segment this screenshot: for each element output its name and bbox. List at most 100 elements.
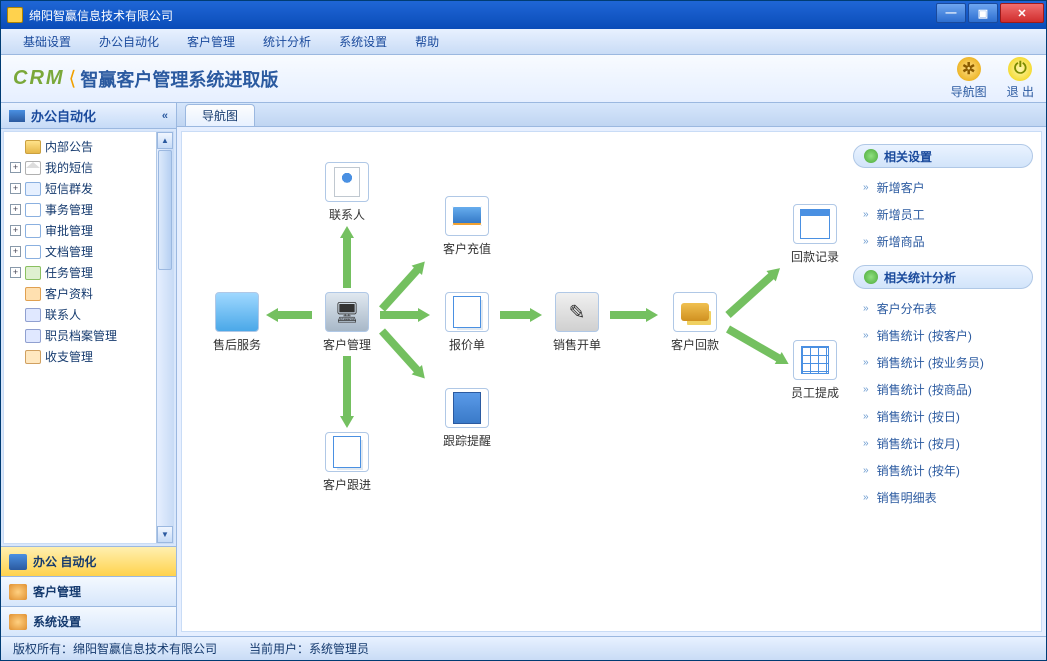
stat-link[interactable]: »销售统计 (按客户): [853, 322, 1033, 349]
stat-link[interactable]: » 销售统计 (按月): [853, 430, 1033, 457]
expander-icon[interactable]: +: [10, 246, 21, 257]
cust-icon: [9, 584, 27, 600]
tree-node[interactable]: 客户资料: [4, 283, 156, 304]
menu-system[interactable]: 系统设置: [325, 29, 401, 54]
nav-section-cust[interactable]: 客户管理: [1, 576, 176, 606]
chevron-icon: »: [863, 438, 869, 449]
tree-node[interactable]: + 短信群发: [4, 178, 156, 199]
stat-link[interactable]: »销售统计 (按日): [853, 403, 1033, 430]
maximize-button[interactable]: ▣: [968, 3, 998, 23]
minimize-button[interactable]: —: [936, 3, 966, 23]
right-panel: 相关设置 »新增客户»新增员工»新增商品 相关统计分析 »客户分布表»销售统计 …: [853, 144, 1033, 511]
close-button[interactable]: ✕: [1000, 3, 1044, 23]
menubar: 基础设置 办公自动化 客户管理 统计分析 系统设置 帮助: [1, 29, 1046, 55]
node-pay-record[interactable]: 回款记录: [780, 204, 850, 265]
tab-nav-map[interactable]: 导航图: [185, 104, 255, 126]
node-payment[interactable]: 客户回款: [660, 292, 730, 353]
tree-node-label: 我的短信: [45, 159, 93, 176]
stat-link[interactable]: » 销售统计 (按年): [853, 457, 1033, 484]
node-after-sale[interactable]: 售后服务: [202, 292, 272, 353]
menu-statistics[interactable]: 统计分析: [249, 29, 325, 54]
tree-node[interactable]: +文档管理: [4, 241, 156, 262]
stat-link-label: 销售统计 (按年): [877, 462, 960, 479]
expander-icon: [10, 288, 21, 299]
node-quote[interactable]: 报价单: [432, 292, 502, 353]
stat-link[interactable]: »销售统计 (按业务员): [853, 349, 1033, 376]
node-sales[interactable]: ✎ 销售开单: [542, 292, 612, 353]
sidebar-header-label: 办公自动化: [31, 106, 96, 125]
card-icon: [25, 329, 41, 343]
stat-link-label: 客户分布表: [877, 300, 937, 317]
scroll-down-button[interactable]: ▼: [157, 526, 173, 543]
tree-node[interactable]: + 事务管理: [4, 199, 156, 220]
node-emp-commission[interactable]: 员工提成: [780, 340, 850, 401]
node-recharge[interactable]: 客户充值: [432, 196, 502, 257]
logo-bar: CRM ⟨ 智赢客户管理系统进取版 ✲ 导航图 ⏻ 退 出: [1, 55, 1046, 103]
scroll-thumb[interactable]: [158, 150, 172, 270]
setting-link[interactable]: »新增员工: [853, 201, 1033, 228]
tree-node[interactable]: 联系人: [4, 304, 156, 325]
expander-icon[interactable]: +: [10, 225, 21, 236]
chevron-icon: »: [863, 182, 869, 193]
nav-section-label: 系统设置: [33, 613, 81, 630]
setting-link[interactable]: » 新增客户: [853, 174, 1033, 201]
tree-node[interactable]: + 我的短信: [4, 157, 156, 178]
doc-icon: [25, 203, 41, 217]
node-reminder[interactable]: 跟踪提醒: [432, 388, 502, 449]
tab-strip: 导航图: [177, 103, 1046, 127]
menu-customer[interactable]: 客户管理: [173, 29, 249, 54]
menu-office-automation[interactable]: 办公自动化: [85, 29, 173, 54]
related-settings-header: 相关设置: [853, 144, 1033, 168]
stat-link-label: 销售统计 (按日): [877, 408, 960, 425]
stat-link[interactable]: »销售统计 (按商品): [853, 376, 1033, 403]
power-icon: ⏻: [1008, 57, 1032, 81]
exit-button[interactable]: ⏻ 退 出: [1007, 57, 1034, 100]
card-icon: [25, 308, 41, 322]
tree-node[interactable]: 内部公告: [4, 136, 156, 157]
setting-link-label: 新增客户: [877, 179, 925, 196]
arrow-icon: [266, 308, 312, 322]
ribbon-icon: ⟨: [69, 66, 77, 91]
arrow-icon: [377, 257, 430, 314]
expander-icon[interactable]: +: [10, 204, 21, 215]
arrow-icon: [723, 263, 784, 320]
tree-node-label: 短信群发: [45, 180, 93, 197]
expander-icon[interactable]: +: [10, 183, 21, 194]
titlebar: 绵阳智赢信息技术有限公司 — ▣ ✕: [1, 1, 1046, 29]
calendar-icon: [793, 204, 837, 244]
tree-node-label: 事务管理: [45, 201, 93, 218]
nav-map-button[interactable]: ✲ 导航图: [951, 57, 987, 100]
task-icon: [25, 266, 41, 280]
node-followup[interactable]: 客户跟进: [312, 432, 382, 493]
node-customer-mgmt[interactable]: 🖥 客户管理: [312, 292, 382, 353]
stat-link[interactable]: »客户分布表: [853, 295, 1033, 322]
menu-base-settings[interactable]: 基础设置: [9, 29, 85, 54]
scroll-up-button[interactable]: ▲: [157, 132, 173, 149]
stat-link[interactable]: »销售明细表: [853, 484, 1033, 511]
expander-icon[interactable]: +: [10, 267, 21, 278]
tree-node[interactable]: 收支管理: [4, 346, 156, 367]
person-icon: [25, 287, 41, 301]
setting-link-label: 新增商品: [877, 233, 925, 250]
tree-node[interactable]: +任务管理: [4, 262, 156, 283]
nav-section-auto[interactable]: 办公 自动化: [1, 546, 176, 576]
expander-icon[interactable]: +: [10, 162, 21, 173]
tree-scrollbar[interactable]: ▲ ▼: [156, 132, 173, 543]
nav-section-sys[interactable]: 系统设置: [1, 606, 176, 636]
page-icon: [325, 432, 369, 472]
tree-node[interactable]: 职员档案管理: [4, 325, 156, 346]
nav-tree: 内部公告 + 我的短信 + 短信群发 + 事务管理 +审批管理+文档管理+任务管理客户资料联系…: [4, 132, 156, 543]
menu-help[interactable]: 帮助: [401, 29, 453, 54]
chevron-icon: »: [863, 465, 869, 476]
setting-link[interactable]: » 新增商品: [853, 228, 1033, 255]
nav-map-label: 导航图: [951, 83, 987, 100]
expander-icon: [10, 330, 21, 341]
node-contact[interactable]: 联系人: [312, 162, 382, 223]
chevron-icon: »: [863, 236, 869, 247]
exit-label: 退 出: [1007, 83, 1034, 100]
window-title: 绵阳智赢信息技术有限公司: [29, 7, 936, 24]
stat-link-label: 销售统计 (按月): [877, 435, 960, 452]
tree-node[interactable]: +审批管理: [4, 220, 156, 241]
id-card-icon: [325, 162, 369, 202]
collapse-sidebar-icon[interactable]: «: [162, 110, 168, 122]
